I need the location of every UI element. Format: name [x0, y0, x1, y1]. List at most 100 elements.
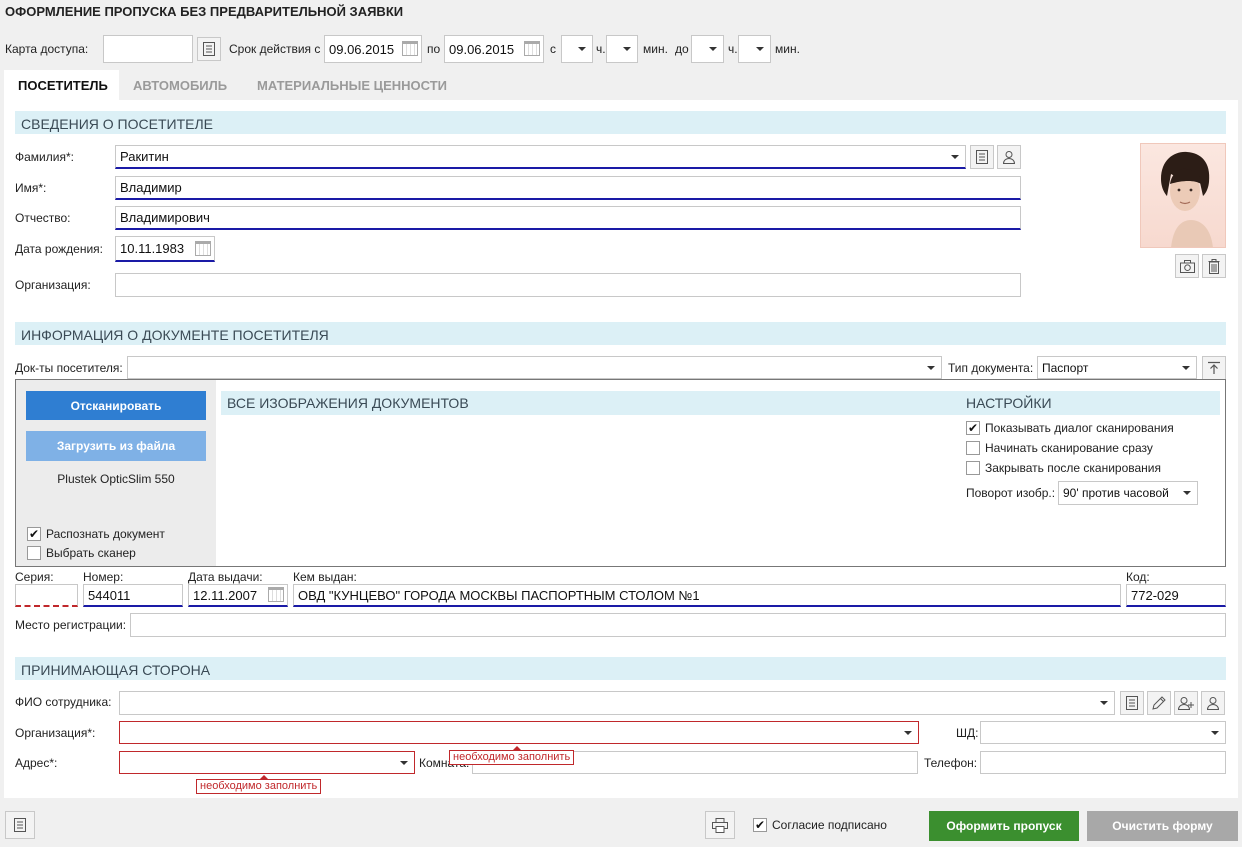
date-from-input[interactable]: 09.06.2015 — [324, 35, 422, 63]
date-to-input[interactable]: 09.06.2015 — [444, 35, 544, 63]
name-field[interactable]: Владимир — [115, 176, 1021, 200]
clear-form-button[interactable]: Очистить форму — [1087, 811, 1238, 841]
edit-employee-button[interactable] — [1147, 691, 1171, 715]
org-required-tooltip: необходимо заполнить — [449, 746, 575, 765]
host-section-header: ПРИНИМАЮЩАЯ СТОРОНА — [15, 657, 1226, 680]
tab-visitor[interactable]: ПОСЕТИТЕЛЬ — [4, 70, 119, 100]
take-photo-button[interactable] — [1175, 254, 1199, 278]
person-icon — [1002, 151, 1016, 164]
camera-icon — [1179, 259, 1195, 273]
rotation-label: Поворот изобр.: — [966, 486, 1056, 500]
host-org-label: Организация*: — [15, 726, 96, 740]
patronymic-field[interactable]: Владимирович — [115, 206, 1021, 230]
tab-car[interactable]: АВТОМОБИЛЬ — [119, 70, 241, 100]
visitor-docs-select[interactable] — [127, 356, 942, 379]
series-field[interactable] — [15, 584, 78, 607]
from-hour-select[interactable] — [561, 35, 593, 63]
patronymic-label: Отчество: — [15, 211, 71, 225]
document-section-header: ИНФОРМАЦИЯ О ДОКУМЕНТЕ ПОСЕТИТЕЛЯ — [15, 322, 1226, 345]
list-icon — [14, 818, 26, 832]
calendar-icon[interactable] — [195, 240, 211, 256]
number-field[interactable]: 544011 — [83, 584, 183, 607]
recognize-checkbox[interactable]: ✔ — [27, 527, 41, 541]
card-label: Карта доступа: — [5, 42, 89, 56]
address-label: Адрес*: — [15, 756, 58, 770]
number-label: Номер: — [83, 570, 124, 584]
date-from-value: 09.06.2015 — [329, 41, 395, 57]
rotation-select[interactable]: 90' против часовой — [1058, 481, 1198, 505]
registration-field[interactable] — [130, 613, 1226, 637]
choose-scanner-checkbox[interactable] — [27, 546, 41, 560]
doctype-value: Паспорт — [1042, 360, 1089, 375]
tab-valuables[interactable]: МАТЕРИАЛЬНЫЕ ЦЕННОСТИ — [243, 70, 461, 100]
from-minute-select[interactable] — [606, 35, 638, 63]
start-scan-immediately-checkbox[interactable] — [966, 441, 980, 455]
birthdate-field[interactable]: 10.11.1983 — [115, 236, 215, 262]
surname-field[interactable]: Ракитин — [115, 145, 966, 169]
employee-list-button[interactable] — [1120, 691, 1144, 715]
issued-by-label: Кем выдан: — [293, 570, 357, 584]
print-icon — [712, 817, 728, 833]
submit-pass-button[interactable]: Оформить пропуск — [929, 811, 1079, 841]
calendar-icon[interactable] — [402, 41, 418, 56]
surname-list-button[interactable] — [970, 145, 994, 169]
list-icon — [203, 42, 215, 56]
validity-label: Срок действия с — [229, 42, 321, 56]
org-label: Организация: — [15, 278, 91, 292]
choose-scanner-label: Выбрать сканер — [46, 546, 136, 560]
close-after-scan-checkbox[interactable] — [966, 461, 980, 475]
host-org-select[interactable] — [119, 721, 919, 744]
code-field[interactable]: 772-029 — [1126, 584, 1226, 607]
scan-button[interactable]: Отсканировать — [26, 391, 206, 420]
address-select[interactable] — [119, 751, 415, 774]
list-icon — [1126, 696, 1138, 710]
scanner-name: Plustek OpticSlim 550 — [57, 472, 175, 486]
doctype-select[interactable]: Паспорт — [1037, 356, 1197, 379]
phone-field[interactable] — [980, 751, 1226, 774]
show-scan-dialog-checkbox[interactable]: ✔ — [966, 421, 980, 435]
until-hour-select[interactable] — [691, 35, 724, 63]
consent-label: Согласие подписано — [772, 818, 887, 832]
checkmark-icon: ✔ — [28, 527, 40, 541]
shd-label: ШД: — [956, 726, 979, 740]
hour-label: ч. — [596, 42, 606, 56]
birthdate-value: 10.11.1983 — [120, 241, 185, 256]
trash-icon — [1208, 258, 1220, 274]
issued-by-field[interactable]: ОВД "КУНЦЕВО" ГОРОДА МОСКВЫ ПАСПОРТНЫМ С… — [293, 584, 1121, 607]
card-input[interactable] — [103, 35, 193, 63]
upload-document-button[interactable] — [1202, 356, 1226, 380]
list-icon — [976, 150, 988, 164]
address-required-tooltip: необходимо заполнить — [196, 775, 322, 794]
until-minute-select[interactable] — [738, 35, 771, 63]
doctype-label: Тип документа: — [948, 361, 1034, 375]
upload-icon — [1208, 361, 1220, 374]
employee-card-button[interactable] — [1201, 691, 1225, 715]
edit-icon — [1152, 696, 1166, 710]
delete-photo-button[interactable] — [1202, 254, 1226, 278]
issue-date-field[interactable]: 12.11.2007 — [188, 584, 288, 607]
minute-label: мин. — [643, 42, 668, 56]
shd-select[interactable] — [980, 721, 1226, 744]
issue-date-value: 12.11.2007 — [193, 587, 258, 603]
surname-label: Фамилия*: — [15, 150, 74, 164]
minute-label-2: мин. — [775, 42, 800, 56]
employee-select[interactable] — [119, 691, 1115, 715]
checkmark-icon: ✔ — [754, 818, 766, 832]
card-list-button[interactable] — [197, 37, 221, 61]
visitor-card-button[interactable] — [997, 145, 1021, 169]
upload-file-button[interactable]: Загрузить из файла — [26, 431, 206, 461]
docs-label: Док-ты посетителя: — [15, 361, 123, 375]
issue-date-label: Дата выдачи: — [188, 570, 263, 584]
calendar-icon[interactable] — [268, 587, 284, 602]
add-employee-button[interactable] — [1174, 691, 1198, 715]
consent-checkbox[interactable]: ✔ — [753, 818, 767, 832]
visitor-org-field[interactable] — [115, 273, 1021, 297]
journal-button[interactable] — [5, 811, 35, 839]
settings-title: НАСТРОЙКИ — [966, 395, 1052, 411]
employee-label: ФИО сотрудника: — [15, 695, 112, 709]
person-icon — [1206, 697, 1220, 710]
images-title: ВСЕ ИЗОБРАЖЕНИЯ ДОКУМЕНТОВ — [227, 395, 469, 411]
to-label: по — [427, 42, 441, 56]
calendar-icon[interactable] — [524, 41, 540, 56]
print-button[interactable] — [705, 811, 735, 839]
